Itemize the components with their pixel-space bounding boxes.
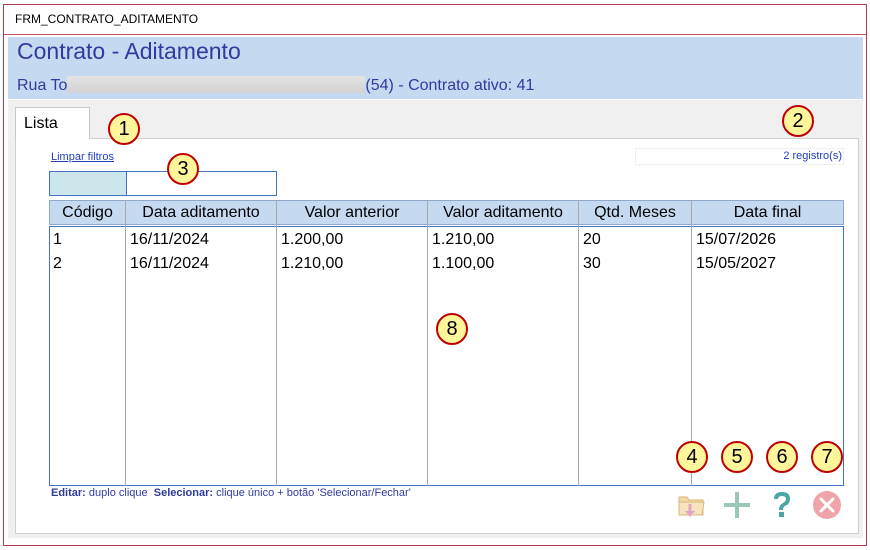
callout-badge: 6 bbox=[766, 441, 798, 473]
redacted-address bbox=[67, 76, 366, 93]
cell-valor-anterior: 1.210,00 bbox=[281, 255, 344, 272]
callout-badge: 3 bbox=[167, 153, 199, 185]
help-button[interactable] bbox=[765, 488, 799, 522]
form-title: Contrato - Aditamento bbox=[17, 38, 241, 64]
edit-text: duplo clique bbox=[88, 487, 148, 499]
add-button[interactable] bbox=[720, 488, 754, 522]
select-close-button[interactable] bbox=[675, 488, 709, 522]
filter-field-selector[interactable] bbox=[50, 172, 127, 195]
close-circle-icon bbox=[813, 491, 841, 519]
cell-valor-aditamento: 1.100,00 bbox=[432, 255, 495, 272]
folder-down-icon bbox=[678, 496, 705, 517]
select-label: Selecionar: bbox=[153, 487, 214, 499]
cell-data-final: 15/07/2026 bbox=[696, 231, 777, 248]
tab-lista[interactable]: Lista bbox=[15, 107, 90, 139]
column-header-data-final[interactable]: Data final bbox=[692, 204, 843, 222]
cell-data-final: 15/05/2027 bbox=[696, 255, 777, 272]
record-count: 2 registro(s) bbox=[783, 150, 842, 162]
cell-codigo: 2 bbox=[53, 255, 62, 272]
window-title: FRM_CONTRATO_ADITAMENTO bbox=[15, 12, 199, 26]
callout-badge: 2 bbox=[782, 105, 814, 137]
column-header-qtd-meses[interactable]: Qtd. Meses bbox=[579, 204, 691, 222]
edit-label: Editar: bbox=[51, 487, 86, 499]
cell-valor-anterior: 1.200,00 bbox=[281, 231, 344, 248]
callout-badge: 7 bbox=[811, 441, 843, 473]
column-divider bbox=[125, 200, 126, 486]
select-text: clique único + botão 'Selecionar/Fechar' bbox=[216, 487, 411, 499]
cell-data-aditamento: 16/11/2024 bbox=[130, 255, 209, 272]
filter-input[interactable] bbox=[127, 172, 283, 195]
column-header-codigo[interactable]: Código bbox=[50, 204, 125, 222]
column-divider bbox=[427, 200, 428, 486]
cell-codigo: 1 bbox=[53, 231, 62, 248]
title-separator bbox=[4, 34, 866, 35]
subtitle-end: (54) - Contrato ativo: 41 bbox=[365, 77, 535, 94]
footer-help: Editar: duplo clique Selecionar: clique … bbox=[51, 487, 411, 499]
callout-badge: 8 bbox=[436, 313, 468, 345]
cell-valor-aditamento: 1.210,00 bbox=[432, 231, 495, 248]
subtitle-start: Rua To bbox=[17, 77, 68, 94]
column-header-data-aditamento[interactable]: Data aditamento bbox=[126, 204, 276, 222]
plus-icon bbox=[724, 492, 750, 518]
question-icon bbox=[774, 492, 790, 517]
column-header-valor-anterior[interactable]: Valor anterior bbox=[277, 204, 427, 222]
callout-badge: 4 bbox=[676, 441, 708, 473]
callout-badge: 5 bbox=[721, 441, 753, 473]
cell-qtd-meses: 20 bbox=[583, 231, 601, 248]
cell-data-aditamento: 16/11/2024 bbox=[130, 231, 209, 248]
clear-filters-link[interactable]: Limpar filtros bbox=[51, 151, 114, 163]
form-subtitle: Rua To (54) - Contrato ativo: 41 bbox=[17, 76, 534, 95]
filter-bar bbox=[49, 171, 283, 196]
column-divider bbox=[578, 200, 579, 486]
cell-qtd-meses: 30 bbox=[583, 255, 601, 272]
column-header-valor-aditamento[interactable]: Valor aditamento bbox=[428, 204, 578, 222]
close-button[interactable] bbox=[810, 488, 844, 522]
column-divider bbox=[276, 200, 277, 486]
callout-badge: 1 bbox=[108, 113, 140, 145]
